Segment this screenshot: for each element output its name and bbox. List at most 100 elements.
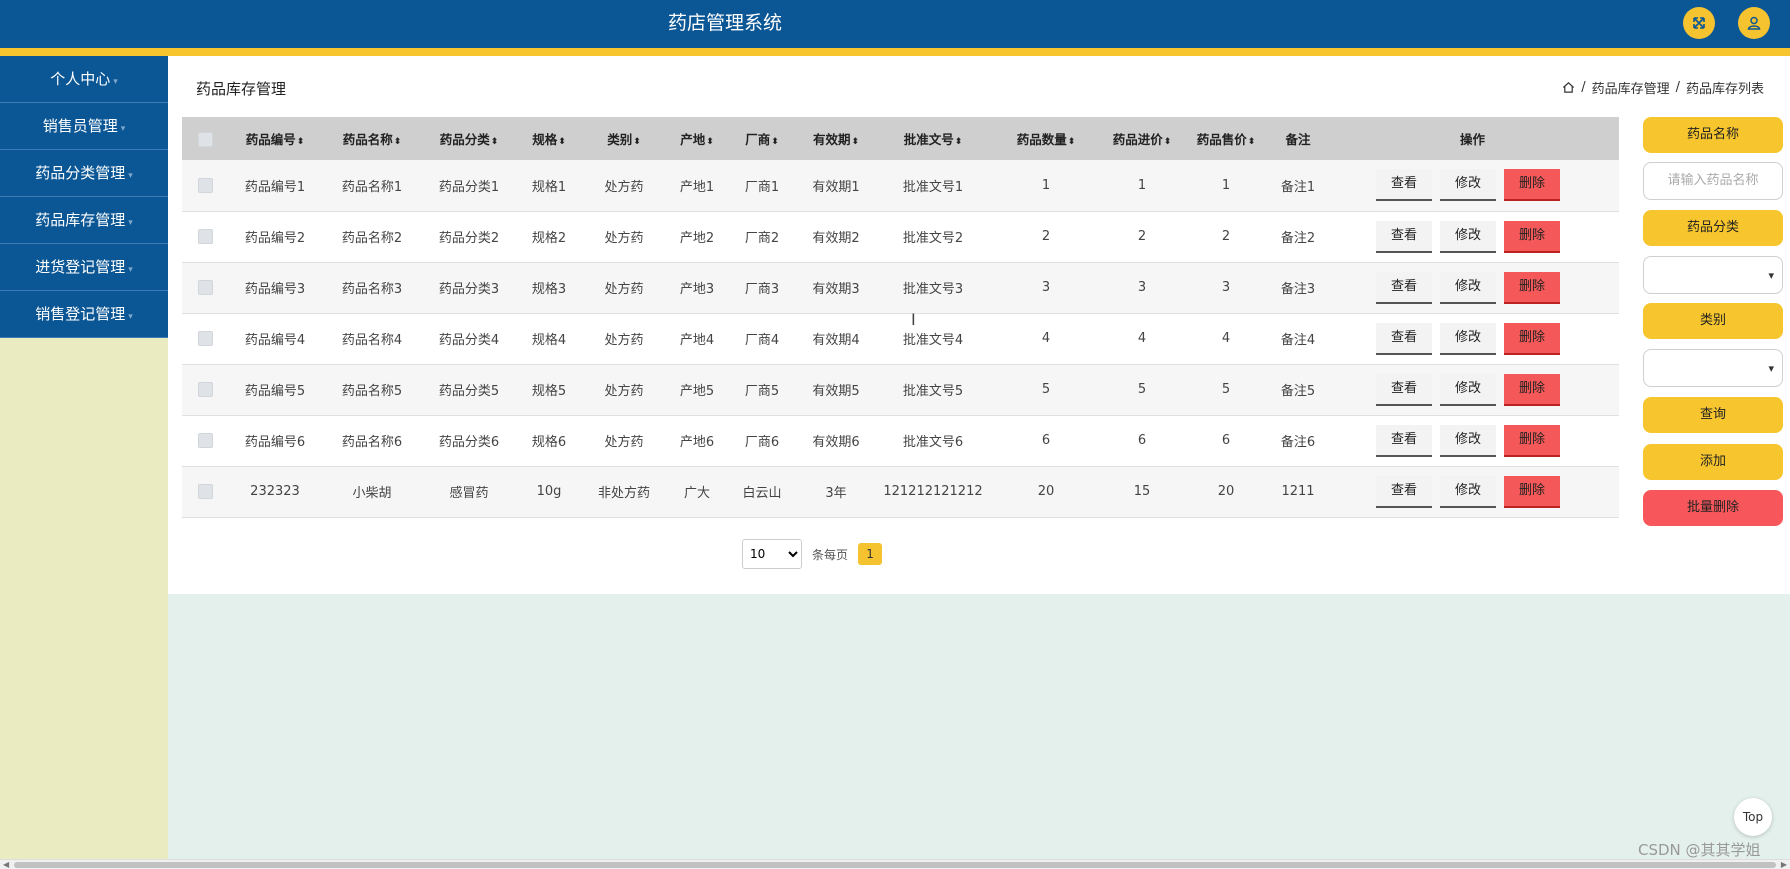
column-header[interactable]: 批准文号⬍ <box>876 117 990 160</box>
page-size-select[interactable]: 10 <box>742 539 802 569</box>
table-cell: 药品名称3 <box>322 262 422 314</box>
delete-button[interactable]: 删除 <box>1504 424 1560 457</box>
back-to-top-button[interactable]: Top <box>1734 798 1772 836</box>
edit-button[interactable]: 修改 <box>1440 424 1496 457</box>
chevron-down-icon: ▾ <box>1768 269 1774 282</box>
table-cell: 5 <box>990 364 1102 416</box>
table-cell: 处方药 <box>582 262 666 314</box>
delete-button[interactable]: 删除 <box>1504 475 1560 508</box>
table-cell: 处方药 <box>582 211 666 263</box>
column-header[interactable]: 厂商⬍ <box>728 117 796 160</box>
table-cell: 药品分类2 <box>422 211 516 263</box>
row-checkbox[interactable] <box>197 229 213 244</box>
column-header[interactable]: 药品售价⬍ <box>1182 117 1270 160</box>
table-cell: 有效期2 <box>796 211 876 263</box>
edit-button[interactable]: 修改 <box>1440 475 1496 508</box>
row-checkbox[interactable] <box>197 177 213 193</box>
column-header[interactable]: 有效期⬍ <box>796 117 876 160</box>
add-button[interactable]: 添加 <box>1643 444 1783 480</box>
column-header[interactable]: 产地⬍ <box>666 117 728 160</box>
view-button[interactable]: 查看 <box>1376 169 1432 202</box>
edit-button[interactable]: 修改 <box>1440 322 1496 355</box>
view-button[interactable]: 查看 <box>1376 475 1432 508</box>
query-button[interactable]: 查询 <box>1643 397 1783 433</box>
scroll-right-arrow-icon[interactable]: ▶ <box>1781 860 1787 869</box>
edit-button[interactable]: 修改 <box>1440 271 1496 304</box>
edit-button[interactable]: 修改 <box>1440 220 1496 253</box>
table-cell: 备注1 <box>1270 160 1326 212</box>
sort-icon: ⬍ <box>296 137 305 147</box>
column-header[interactable]: 药品编号⬍ <box>228 117 322 160</box>
sidebar-item-purchase[interactable]: 进货登记管理 ▾ <box>0 244 168 291</box>
delete-button[interactable]: 删除 <box>1504 220 1560 253</box>
user-profile-button[interactable] <box>1738 7 1770 39</box>
view-button[interactable]: 查看 <box>1376 271 1432 304</box>
sidebar: 个人中心 ▾ 销售员管理 ▾ 药品分类管理 ▾ 药品库存管理 ▾ 进货登记管理 ▾ 销售登… <box>0 56 168 859</box>
table-cell: 有效期3 <box>796 262 876 314</box>
edit-button[interactable]: 修改 <box>1440 373 1496 406</box>
caret-down-icon: ▾ <box>128 265 133 275</box>
table-cell: 药品分类5 <box>422 364 516 416</box>
delete-button[interactable]: 删除 <box>1504 169 1560 202</box>
table-cell: 厂商6 <box>728 415 796 467</box>
breadcrumb-item[interactable]: 药品库存管理 <box>1592 78 1670 97</box>
sidebar-item-drug-category[interactable]: 药品分类管理 ▾ <box>0 150 168 197</box>
column-header[interactable]: 药品分类⬍ <box>422 117 516 160</box>
fullscreen-button[interactable] <box>1683 7 1715 39</box>
table-cell: 3 <box>1102 262 1182 314</box>
scrollbar-thumb[interactable] <box>14 862 1776 868</box>
sidebar-item-label: 销售登记管理 <box>35 305 126 323</box>
sort-icon: ⬍ <box>1067 137 1076 147</box>
table-cell: 非处方药 <box>582 466 666 518</box>
sidebar-item-sales[interactable]: 销售登记管理 ▾ <box>0 291 168 338</box>
row-checkbox[interactable] <box>197 382 213 397</box>
view-button[interactable]: 查看 <box>1376 220 1432 253</box>
scroll-left-arrow-icon[interactable]: ◀ <box>3 860 9 869</box>
table-cell: 备注4 <box>1270 313 1326 365</box>
column-header[interactable]: 药品进价⬍ <box>1102 117 1182 160</box>
table-cell: 2 <box>1182 211 1270 263</box>
column-header[interactable]: 药品数量⬍ <box>990 117 1102 160</box>
table-cell: 产地6 <box>666 415 728 467</box>
edit-button[interactable]: 修改 <box>1440 169 1496 202</box>
table-cell: 1211 <box>1270 466 1326 518</box>
sidebar-item-drug-inventory[interactable]: 药品库存管理 ▾ <box>0 197 168 244</box>
row-checkbox[interactable] <box>197 331 213 346</box>
table-cell: 药品分类4 <box>422 313 516 365</box>
type-select[interactable]: ▾ <box>1643 349 1783 387</box>
drug-category-select[interactable]: ▾ <box>1643 256 1783 294</box>
table-cell: 厂商1 <box>728 160 796 212</box>
delete-button[interactable]: 删除 <box>1504 373 1560 406</box>
table-cell: 广大 <box>666 466 728 518</box>
table-cell: 5 <box>1102 364 1182 416</box>
batch-delete-button[interactable]: 批量删除 <box>1643 490 1783 526</box>
delete-button[interactable]: 删除 <box>1504 322 1560 355</box>
table-row: 药品编号4 药品名称4 药品分类4 规格4 处方药 产地4 厂商4 有效期4 批准文号4 4 4 4 备… <box>182 313 1619 365</box>
row-checkbox[interactable] <box>197 433 213 448</box>
delete-button[interactable]: 删除 <box>1504 271 1560 304</box>
row-checkbox[interactable] <box>197 484 213 499</box>
view-button[interactable]: 查看 <box>1376 373 1432 406</box>
column-header[interactable]: 规格⬍ <box>516 117 582 160</box>
column-header[interactable]: 药品名称⬍ <box>322 117 422 160</box>
sort-icon: ⬍ <box>490 137 499 147</box>
caret-down-icon: ▾ <box>128 171 133 181</box>
horizontal-scrollbar[interactable]: ◀ ▶ <box>0 859 1790 869</box>
table-cell: 处方药 <box>582 160 666 212</box>
sort-icon: ⬍ <box>954 137 963 147</box>
table-cell: 药品名称2 <box>322 211 422 263</box>
select-all-checkbox[interactable] <box>197 131 213 147</box>
table-cell: 厂商5 <box>728 364 796 416</box>
drug-name-search-input[interactable]: 请输入药品名称 <box>1643 162 1783 200</box>
table-row: 药品编号3 药品名称3 药品分类3 规格3 处方药 产地3 厂商3 有效期3 批准文号3 3 3 3 备… <box>182 262 1619 314</box>
home-icon[interactable] <box>1562 81 1575 94</box>
column-header[interactable]: 类别⬍ <box>582 117 666 160</box>
view-button[interactable]: 查看 <box>1376 424 1432 457</box>
page-number-current[interactable]: 1 <box>858 543 883 565</box>
row-checkbox[interactable] <box>197 280 213 295</box>
sidebar-item-personal-center[interactable]: 个人中心 ▾ <box>0 56 168 103</box>
table-cell: 批准文号1 <box>876 160 990 212</box>
sidebar-item-salesperson[interactable]: 销售员管理 ▾ <box>0 103 168 150</box>
table-cell: 备注5 <box>1270 364 1326 416</box>
view-button[interactable]: 查看 <box>1376 322 1432 355</box>
